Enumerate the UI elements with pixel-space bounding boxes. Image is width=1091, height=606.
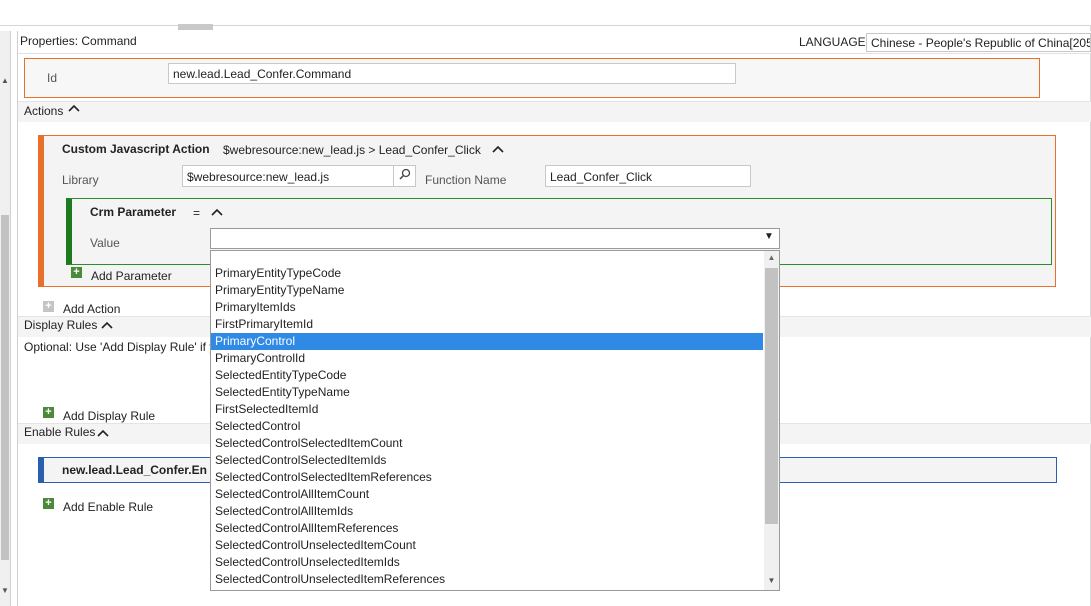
left-scrollbar-thumb[interactable]: [1, 215, 9, 560]
dropdown-option[interactable]: PrimaryItemIds: [211, 299, 763, 316]
splitter-handle[interactable]: [178, 24, 213, 30]
function-name-input[interactable]: Lead_Confer_Click: [545, 165, 751, 187]
top-toolbar-strip: [0, 0, 1091, 26]
dropdown-option[interactable]: FirstSelectedItemId: [211, 401, 763, 418]
add-enable-rule-button[interactable]: Add Enable Rule: [63, 500, 153, 514]
custom-js-action-title: Custom Javascript Action: [62, 142, 210, 156]
dropdown-option[interactable]: PrimaryEntityTypeName: [211, 282, 763, 299]
add-enable-rule-plus-icon[interactable]: +: [43, 498, 54, 509]
dropdown-option[interactable]: SelectedEntityTypeName: [211, 384, 763, 401]
id-input[interactable]: new.lead.Lead_Confer.Command: [168, 63, 736, 84]
dropdown-option[interactable]: SelectedControlUnselectedItemReferences: [211, 571, 763, 588]
crm-value-select[interactable]: [210, 228, 780, 249]
crm-parameter-title: Crm Parameter: [90, 205, 177, 219]
dropdown-option[interactable]: SelectedEntityTypeCode: [211, 367, 763, 384]
function-name-label: Function Name: [425, 173, 507, 187]
dropdown-option[interactable]: FirstPrimaryItemId: [211, 316, 763, 333]
add-display-rule-plus-icon[interactable]: +: [43, 407, 54, 418]
language-select[interactable]: Chinese - People's Republic of China[205…: [866, 33, 1091, 52]
custom-js-collapse-chevron-icon[interactable]: [492, 144, 504, 159]
custom-js-action-summary: $webresource:new_lead.js > Lead_Confer_C…: [223, 143, 481, 157]
enable-rule-title: new.lead.Lead_Confer.En: [62, 463, 207, 477]
display-rules-section-label: Display Rules: [24, 318, 98, 332]
enable-rules-collapse-chevron-icon[interactable]: [97, 428, 109, 443]
dropdown-option[interactable]: PrimaryControlId: [211, 350, 763, 367]
add-parameter-button[interactable]: Add Parameter: [91, 269, 172, 283]
dropdown-option[interactable]: SelectedControlSelectedItemIds: [211, 452, 763, 469]
actions-collapse-chevron-icon[interactable]: [68, 103, 80, 118]
language-label: LANGUAGE:: [799, 35, 870, 49]
dropdown-option[interactable]: PrimaryControl: [211, 333, 763, 350]
select-dropdown-arrow-icon[interactable]: ▼: [764, 231, 774, 242]
display-rules-description: Optional: Use 'Add Display Rule' if y: [24, 340, 216, 354]
id-label: Id: [47, 71, 58, 85]
dropdown-scrollbar-thumb[interactable]: [765, 268, 778, 524]
library-search-icon[interactable]: [394, 165, 416, 187]
crm-value-label: Value: [90, 236, 120, 250]
dropdown-option[interactable]: PrimaryEntityTypeCode: [211, 265, 763, 282]
scroll-up-arrow-icon[interactable]: ▲: [0, 76, 10, 86]
dropdown-option[interactable]: SelectedControlUnselectedItemIds: [211, 554, 763, 571]
dropdown-option[interactable]: SelectedControl: [211, 418, 763, 435]
dropdown-scroll-up-icon[interactable]: ▲: [764, 253, 779, 262]
add-parameter-plus-icon[interactable]: +: [71, 267, 82, 278]
library-label: Library: [62, 173, 99, 187]
crm-parameter-equals: =: [193, 206, 201, 220]
dropdown-options: PrimaryEntityTypeCode PrimaryEntityTypeNa…: [211, 265, 763, 588]
dropdown-option[interactable]: SelectedControlSelectedItemCount: [211, 435, 763, 452]
dropdown-option[interactable]: SelectedControlAllItemReferences: [211, 520, 763, 537]
properties-title: Properties: Command: [20, 34, 137, 48]
crm-value-dropdown-list[interactable]: PrimaryEntityTypeCode PrimaryEntityTypeNa…: [210, 250, 780, 591]
display-rules-collapse-chevron-icon[interactable]: [101, 320, 113, 335]
dropdown-scrollbar[interactable]: ▲ ▼: [764, 251, 779, 590]
enable-rules-section-label: Enable Rules: [24, 425, 96, 439]
dropdown-scroll-down-icon[interactable]: ▼: [764, 576, 779, 585]
dropdown-option[interactable]: SelectedControlAllItemIds: [211, 503, 763, 520]
scroll-down-arrow-icon[interactable]: ▼: [0, 586, 10, 596]
crm-parameter-collapse-chevron-icon[interactable]: [211, 207, 223, 222]
actions-section-label: Actions: [24, 104, 64, 118]
dropdown-option[interactable]: SelectedControlSelectedItemReferences: [211, 469, 763, 486]
dropdown-option[interactable]: SelectedControlAllItemCount: [211, 486, 763, 503]
add-display-rule-button[interactable]: Add Display Rule: [63, 409, 155, 423]
add-action-button[interactable]: Add Action: [63, 302, 120, 316]
add-action-plus-icon[interactable]: +: [43, 301, 54, 312]
actions-section-header: [18, 101, 1091, 122]
library-input[interactable]: $webresource:new_lead.js: [182, 165, 394, 187]
dropdown-option[interactable]: SelectedControlUnselectedItemCount: [211, 537, 763, 554]
